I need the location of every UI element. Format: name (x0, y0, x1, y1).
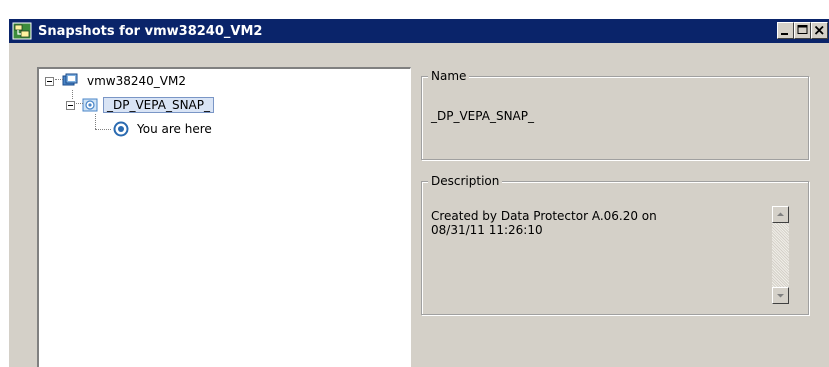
minimize-button[interactable] (777, 22, 794, 39)
scroll-down-button[interactable] (772, 287, 789, 304)
tree-label-current-state: You are here (137, 122, 212, 136)
collapse-toggle[interactable] (45, 76, 54, 86)
tree-node-current-state[interactable]: You are here (113, 121, 214, 137)
snapshot-icon (82, 97, 100, 113)
snapshots-window: Snapshots for vmw38240_VM2 vmw38240_VM2 … (8, 18, 829, 367)
snapshot-description-value: Created by Data Protector A.06.20 on 08/… (431, 209, 657, 237)
tree-label-snapshot[interactable]: _DP_VEPA_SNAP_ (103, 97, 214, 113)
description-legend: Description (428, 174, 503, 188)
tree-label-vm: vmw38240_VM2 (87, 74, 186, 88)
description-group: Description Created by Data Protector A.… (421, 174, 809, 315)
you-are-here-icon (113, 121, 129, 137)
close-button[interactable] (811, 22, 828, 39)
tree-node-snapshot[interactable]: _DP_VEPA_SNAP_ (66, 97, 214, 113)
description-scrollbar[interactable] (772, 206, 789, 304)
snapshot-tree[interactable]: vmw38240_VM2 _DP_VEPA_SNAP_ You are here (37, 67, 411, 367)
tree-node-vm[interactable]: vmw38240_VM2 (45, 73, 188, 89)
window-title: Snapshots for vmw38240_VM2 (38, 23, 263, 39)
snapshot-name-value: _DP_VEPA_SNAP_ (431, 109, 534, 123)
scroll-up-button[interactable] (772, 206, 789, 223)
title-bar[interactable]: Snapshots for vmw38240_VM2 (9, 19, 829, 43)
maximize-button[interactable] (794, 22, 811, 39)
snapshot-manager-icon (12, 22, 32, 40)
name-legend: Name (428, 69, 470, 83)
name-group: Name _DP_VEPA_SNAP_ (421, 69, 809, 160)
collapse-toggle[interactable] (66, 100, 75, 110)
vm-icon (61, 73, 79, 89)
